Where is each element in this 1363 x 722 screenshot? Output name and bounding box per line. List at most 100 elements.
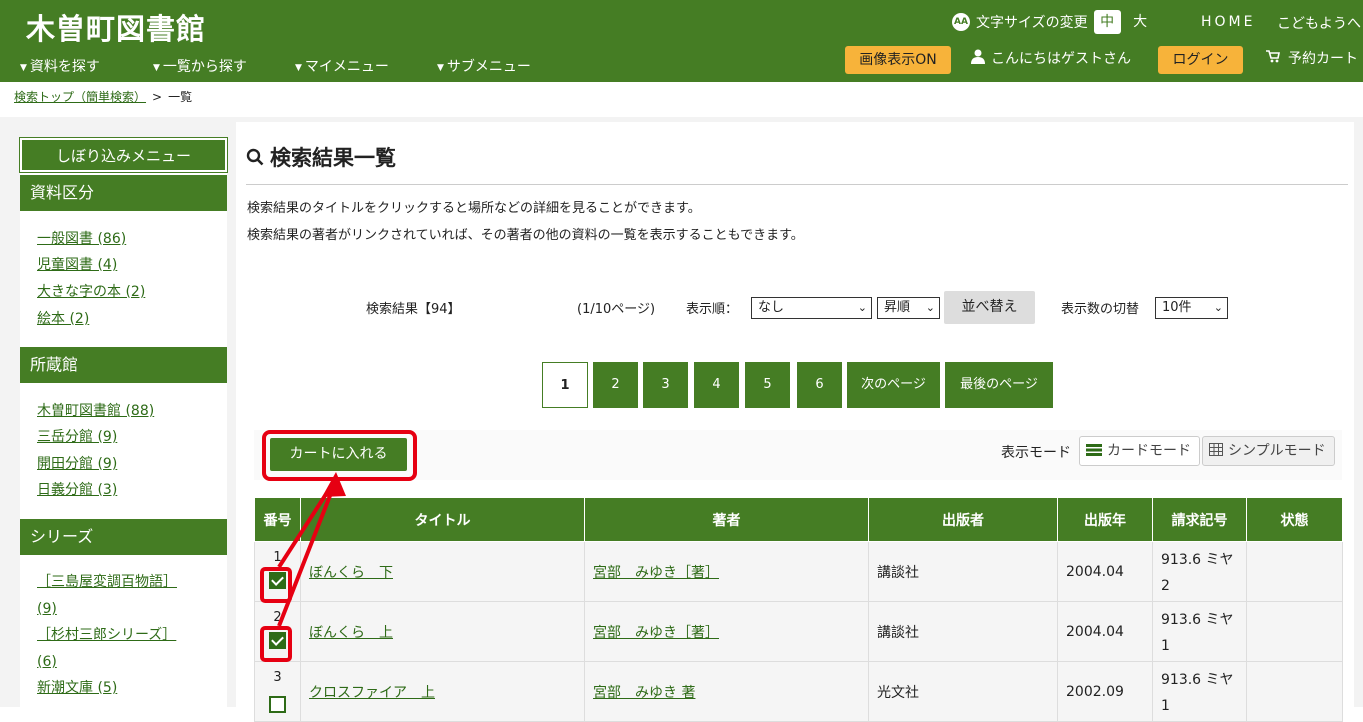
login-button[interactable]: ログイン	[1158, 46, 1243, 74]
kids-link[interactable]: こどもようへ	[1277, 13, 1361, 33]
font-size-label: 文字サイズの変更	[976, 15, 1088, 31]
title-cell: クロスファイア 上	[300, 661, 585, 722]
sidebar-item-shincho-bunko[interactable]: 新潮文庫 (5)	[37, 678, 117, 698]
filter-sidebar: しぼり込みメニュー 資料区分 一般図書 (86) 児童図書 (4) 大きな字の本…	[19, 137, 228, 707]
sidebar-item-mitake-branch[interactable]: 三岳分館 (9)	[37, 427, 117, 447]
display-mode-label: 表示モード	[1001, 445, 1071, 461]
sidebar-item-series-sugimura-count[interactable]: (6)	[37, 652, 57, 672]
author-link[interactable]: 宮部 みゆき 著	[593, 685, 695, 701]
sort-label: 表示順：	[686, 302, 739, 317]
nav-sub-menu[interactable]: ▼ サブメニュー	[437, 56, 531, 76]
sidebar-heading-material-type: 資料区分	[20, 175, 227, 211]
home-link[interactable]: HOME	[1201, 14, 1255, 30]
sidebar-item-series-sugimura[interactable]: ［杉村三郎シリーズ］	[37, 625, 176, 645]
per-page-label: 表示数の切替	[1061, 302, 1140, 317]
chevron-down-icon: ⌄	[925, 301, 935, 314]
sidebar-item-series-mishimaya-count[interactable]: (9)	[37, 599, 57, 619]
result-count: 検索結果【94】	[366, 302, 461, 317]
header-title: タイトル	[300, 497, 585, 542]
sidebar-item-hiyoshi-branch[interactable]: 日義分館 (3)	[37, 480, 117, 500]
page-button-1[interactable]: 1	[542, 362, 588, 408]
list-icon	[1086, 444, 1102, 456]
font-size-icon: AA	[952, 13, 970, 31]
chevron-down-icon: ⌄	[1213, 301, 1223, 314]
user-icon	[971, 49, 985, 64]
breadcrumb-separator: >	[152, 90, 163, 104]
breadcrumb-search-top-link[interactable]: 検索トップ（簡単検索）	[14, 90, 146, 104]
title-link[interactable]: ぼんくら 下	[309, 565, 393, 581]
call-number-cell: 913.6 ミヤ 2	[1152, 541, 1247, 602]
last-page-button[interactable]: 最後のページ	[945, 362, 1053, 408]
sidebar-heading-series: シリーズ	[20, 519, 227, 555]
status-cell	[1246, 541, 1343, 602]
title-cell: ぼんくら 下	[300, 541, 585, 602]
page-button-2[interactable]: 2	[593, 362, 638, 408]
table-header-row: 番号 タイトル 著者 出版者 出版年 請求記号 状態	[254, 497, 1343, 542]
page-button-4[interactable]: 4	[694, 362, 739, 408]
status-cell	[1246, 601, 1343, 662]
simple-mode-button[interactable]: シンプルモード	[1202, 436, 1335, 466]
cart-icon	[1266, 50, 1280, 63]
sort-select[interactable]: なし ⌄	[751, 297, 872, 319]
image-display-toggle[interactable]: 画像表示ON	[845, 46, 951, 74]
table-row: 1 ぼんくら 下 宮部 みゆき［著］ 講談社 2004.04 913.6 ミヤ …	[254, 541, 1343, 602]
year-cell: 2002.09	[1057, 661, 1153, 722]
page-button-3[interactable]: 3	[643, 362, 688, 408]
year-cell: 2004.04	[1057, 601, 1153, 662]
header-status: 状態	[1246, 497, 1343, 542]
call-number-cell: 913.6 ミヤ 1	[1152, 661, 1247, 722]
search-icon	[246, 148, 264, 166]
sidebar-item-kiso-library[interactable]: 木曽町図書館 (88)	[37, 401, 154, 421]
sidebar-item-kaida-branch[interactable]: 開田分館 (9)	[37, 454, 117, 474]
page-button-5[interactable]: 5	[745, 362, 790, 408]
table-row: 3 クロスファイア 上 宮部 みゆき 著 光文社 2002.09 913.6 ミ…	[254, 661, 1343, 722]
next-page-button[interactable]: 次のページ	[847, 362, 940, 408]
author-cell: 宮部 みゆき［著］	[584, 601, 869, 662]
font-size-large-button[interactable]: 大	[1127, 10, 1154, 34]
page-title: 検索結果一覧	[246, 142, 396, 172]
sidebar-item-childrens-books[interactable]: 児童図書 (4)	[37, 255, 117, 275]
guest-greeting: こんにちはゲストさん	[971, 48, 1131, 68]
title-divider	[246, 184, 1348, 185]
breadcrumb-current: 一覧	[168, 90, 193, 104]
sidebar-item-general-books[interactable]: 一般図書 (86)	[37, 229, 126, 249]
dropdown-triangle-icon: ▼	[153, 63, 160, 73]
sidebar-title: しぼり込みメニュー	[19, 137, 228, 173]
table-row: 2 ぼんくら 上 宮部 みゆき［著］ 講談社 2004.04 913.6 ミヤ …	[254, 601, 1343, 662]
dropdown-triangle-icon: ▼	[295, 63, 302, 73]
author-link[interactable]: 宮部 みゆき［著］	[593, 625, 719, 641]
title-link[interactable]: ぼんくら 上	[309, 625, 393, 641]
sidebar-item-series-mishimaya[interactable]: ［三島屋変調百物語］	[37, 572, 177, 592]
nav-my-menu[interactable]: ▼ マイメニュー	[295, 56, 389, 76]
dropdown-triangle-icon: ▼	[437, 63, 444, 73]
status-cell	[1246, 661, 1343, 722]
title-cell: ぼんくら 上	[300, 601, 585, 662]
year-cell: 2004.04	[1057, 541, 1153, 602]
nav-search-materials[interactable]: ▼ 資料を探す	[20, 56, 100, 76]
reservation-cart-link[interactable]: 予約カート	[1266, 48, 1358, 68]
header-year: 出版年	[1057, 497, 1153, 542]
title-link[interactable]: クロスファイア 上	[309, 685, 435, 701]
chevron-down-icon: ⌄	[857, 301, 867, 314]
page-button-6[interactable]: 6	[797, 362, 842, 408]
breadcrumb: 検索トップ（簡単検索） > 一覧	[14, 88, 192, 105]
dropdown-triangle-icon: ▼	[20, 63, 27, 73]
row-checkbox[interactable]	[269, 696, 286, 713]
author-link[interactable]: 宮部 みゆき［著］	[593, 565, 719, 581]
per-page-select[interactable]: 10件 ⌄	[1155, 297, 1228, 319]
author-cell: 宮部 みゆき［著］	[584, 541, 869, 602]
publisher-cell: 講談社	[868, 541, 1058, 602]
grid-icon	[1209, 443, 1223, 456]
sidebar-item-large-print[interactable]: 大きな字の本 (2)	[37, 282, 145, 302]
site-title[interactable]: 木曽町図書館	[26, 6, 206, 48]
sidebar-item-picture-books[interactable]: 絵本 (2)	[37, 309, 89, 329]
checkbox-highlight-row-1	[260, 567, 292, 603]
sort-button[interactable]: 並べ替え	[944, 291, 1035, 324]
font-size-medium-button[interactable]: 中	[1093, 10, 1121, 34]
nav-browse-lists[interactable]: ▼ 一覧から探す	[153, 56, 247, 76]
call-number-cell: 913.6 ミヤ 1	[1152, 601, 1247, 662]
card-mode-button[interactable]: カードモード	[1079, 436, 1200, 466]
description-line-1: 検索結果のタイトルをクリックすると場所などの詳細を見ることができます。	[247, 201, 701, 216]
order-select[interactable]: 昇順 ⌄	[877, 297, 940, 319]
description-line-2: 検索結果の著者がリンクされていれば、その著者の他の資料の一覧を表示することもでき…	[247, 228, 804, 243]
